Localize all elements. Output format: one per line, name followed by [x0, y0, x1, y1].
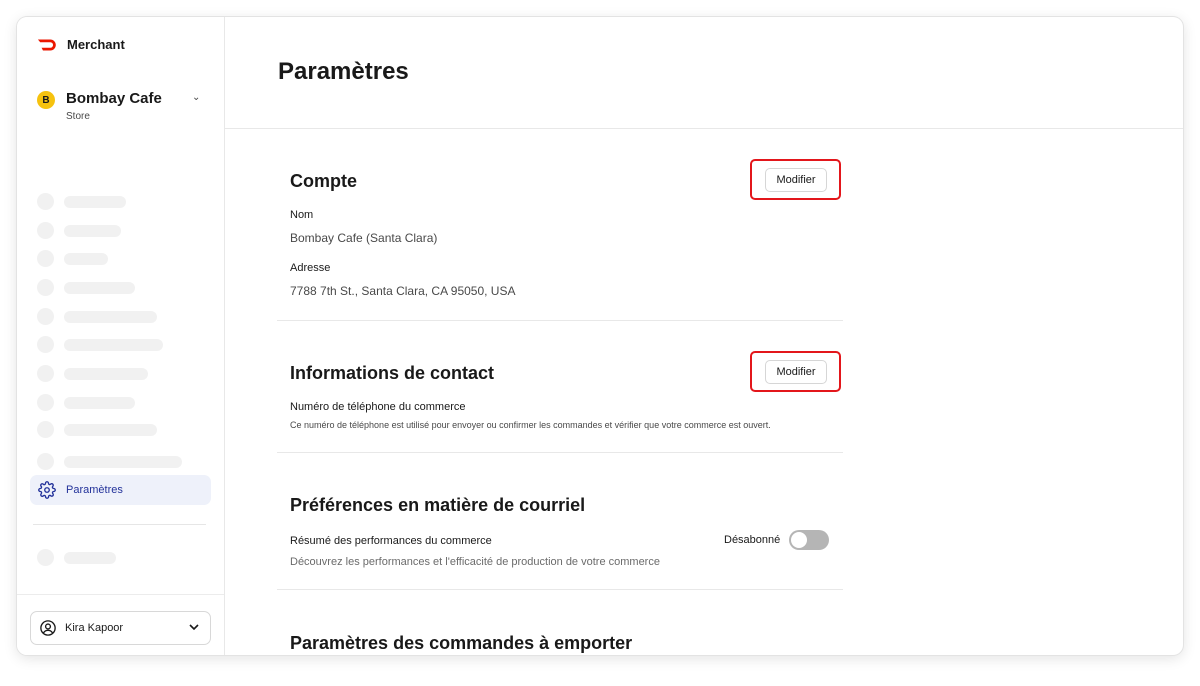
user-area: Kira Kapoor: [17, 594, 224, 655]
sidebar-item-label: Paramètres: [66, 484, 123, 496]
account-section-title: Compte: [290, 171, 357, 191]
sidebar-item-settings[interactable]: Paramètres: [30, 475, 211, 505]
contact-section-title: Informations de contact: [290, 363, 495, 383]
name-value: Bombay Cafe (Santa Clara): [290, 231, 438, 245]
edit-account-button[interactable]: Modifier: [765, 168, 827, 192]
gear-icon: [38, 481, 56, 499]
header-divider: [225, 128, 1183, 129]
sidebar-divider: [33, 524, 206, 525]
section-divider: [277, 452, 843, 453]
summary-label: Résumé des performances du commerce: [290, 535, 492, 547]
name-label: Nom: [290, 209, 314, 221]
section-divider: [277, 320, 843, 321]
chevron-down-icon: [189, 624, 199, 631]
chevron-down-icon: ⌄: [192, 92, 201, 103]
brand[interactable]: Merchant: [37, 37, 125, 52]
section-divider: [277, 589, 843, 590]
email-subscription-toggle[interactable]: [789, 530, 829, 550]
pickup-section-title: Paramètres des commandes à emporter: [290, 633, 633, 653]
edit-contact-button[interactable]: Modifier: [765, 360, 827, 384]
user-name: Kira Kapoor: [65, 622, 124, 634]
user-menu-button[interactable]: Kira Kapoor: [30, 611, 211, 645]
unsubscribed-label: Désabonné: [724, 534, 781, 546]
phone-label: Numéro de téléphone du commerce: [290, 401, 466, 413]
store-name: Bombay Cafe: [66, 90, 162, 107]
sidebar: Merchant B Bombay Cafe Store ⌄ Paramètre…: [17, 17, 225, 655]
store-badge: B: [37, 91, 55, 109]
app-window: Merchant B Bombay Cafe Store ⌄ Paramètre…: [17, 17, 1183, 655]
summary-help-text: Découvrez les performances et l'efficaci…: [290, 556, 660, 568]
email-section-title: Préférences en matière de courriel: [290, 495, 586, 515]
page-title: Paramètres: [278, 58, 409, 85]
address-label: Adresse: [290, 262, 331, 274]
toggle-knob: [791, 532, 807, 548]
store-type: Store: [66, 111, 90, 122]
phone-help-text: Ce numéro de téléphone est utilisé pour …: [290, 420, 771, 430]
address-value: 7788 7th St., Santa Clara, CA 95050, USA: [290, 284, 516, 298]
user-circle-icon: [40, 620, 56, 636]
doordash-logo-icon: [37, 39, 56, 50]
main-content: Paramètres Compte Modifier Nom Bombay Ca…: [225, 17, 1183, 655]
brand-name: Merchant: [67, 37, 125, 52]
